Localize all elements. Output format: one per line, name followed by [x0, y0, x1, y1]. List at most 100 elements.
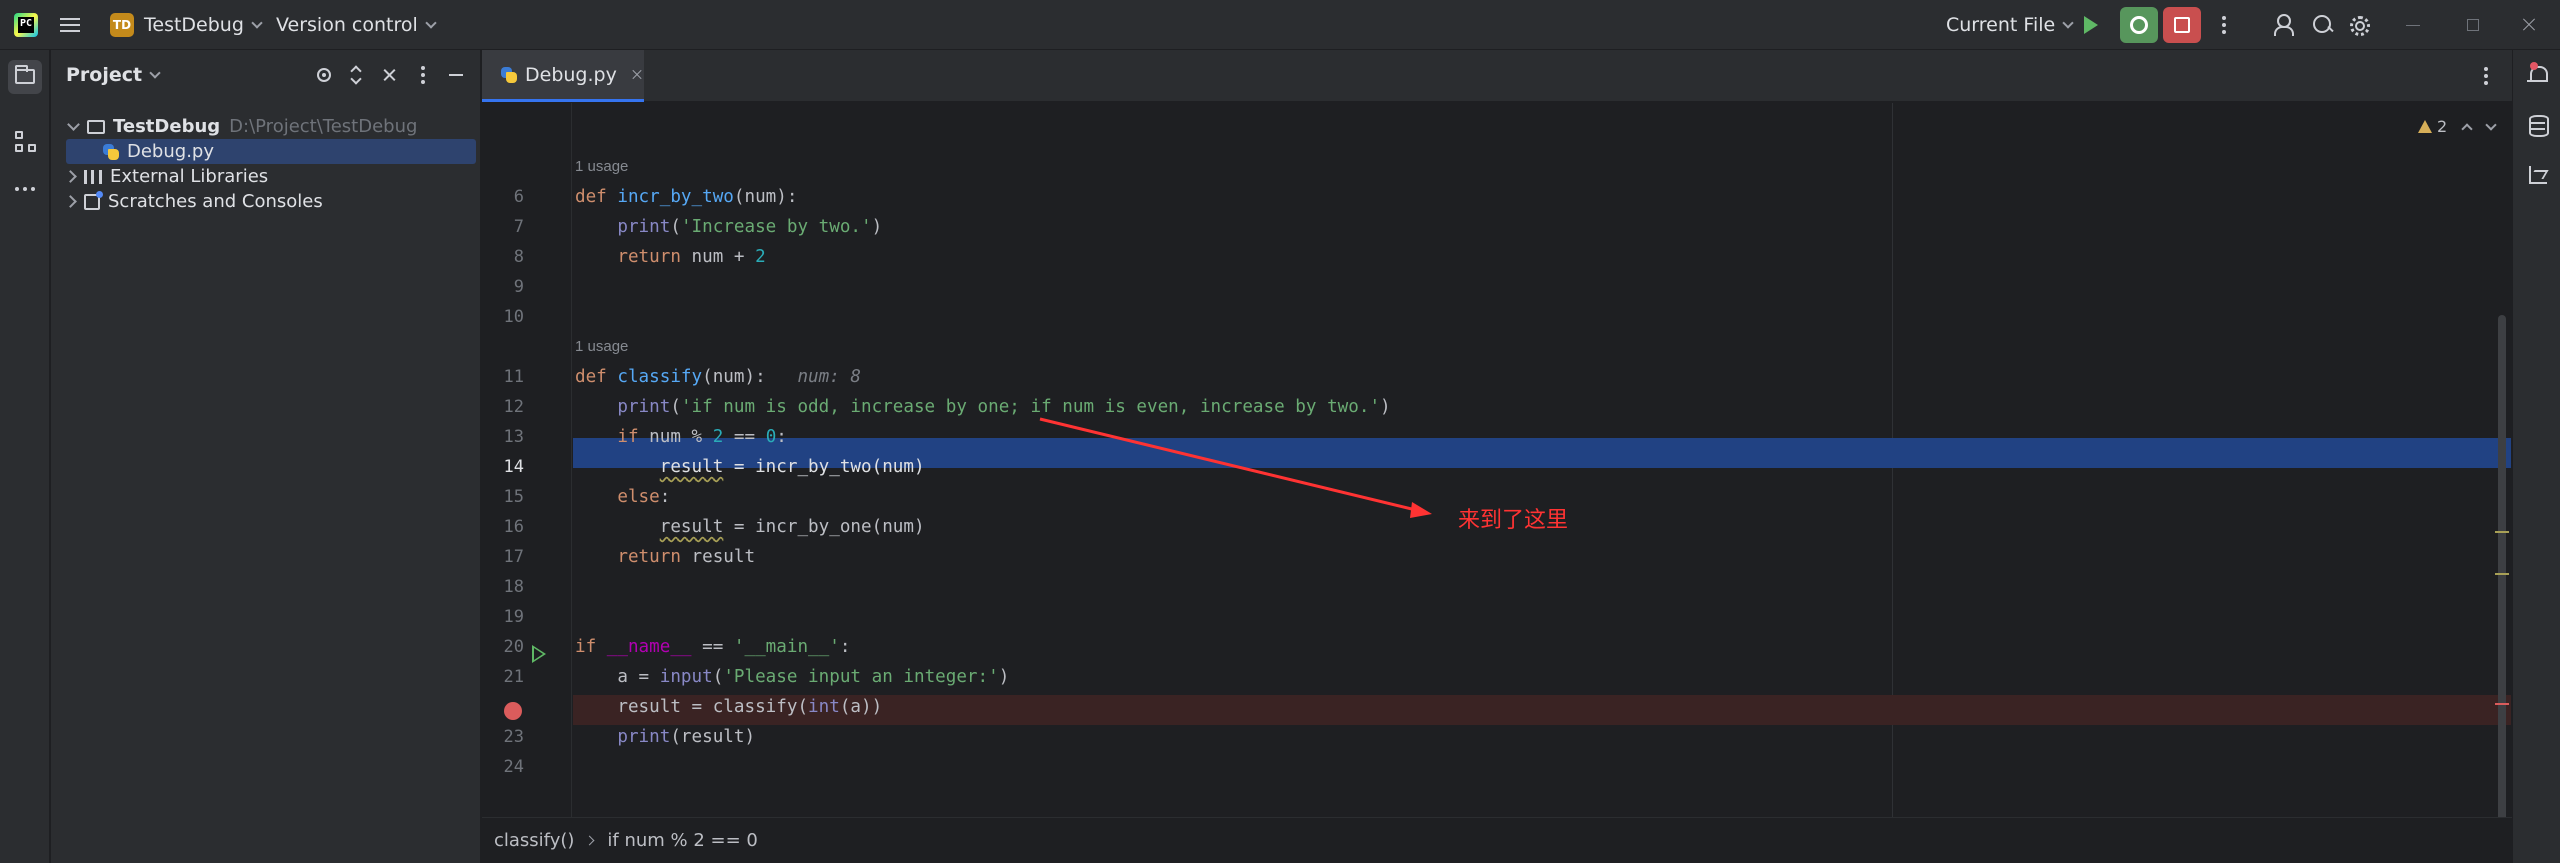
- panel-options-icon[interactable]: [421, 66, 425, 84]
- pycharm-logo-icon[interactable]: PC: [14, 13, 38, 37]
- line-number: 17: [503, 547, 524, 567]
- line-number: 21: [503, 667, 524, 687]
- code-line-23: print(result): [617, 727, 756, 747]
- inspection-widget[interactable]: 2: [2418, 117, 2497, 136]
- line-number: 12: [503, 397, 524, 417]
- project-panel-header: Project: [51, 50, 481, 102]
- chevron-down-icon[interactable]: [67, 117, 80, 131]
- close-window-button[interactable]: [2504, 0, 2554, 50]
- notification-badge: [2530, 62, 2538, 70]
- chevron-right-icon: [584, 835, 595, 846]
- code-line-12: print('if num is odd, increase by one; i…: [617, 397, 1391, 417]
- more-tool-windows-button[interactable]: [8, 172, 42, 206]
- next-highlight-icon[interactable]: [2485, 118, 2497, 131]
- code-line-6: def incr_by_two(num):: [575, 187, 798, 207]
- tree-item-debug-py[interactable]: Debug.py: [66, 139, 476, 164]
- more-dots-icon: [15, 187, 35, 191]
- tab-debug-py[interactable]: Debug.py: [482, 50, 644, 102]
- stop-button[interactable]: [2163, 7, 2201, 43]
- line-number: 20: [503, 637, 524, 657]
- code-line-8: return num + 2: [617, 247, 766, 267]
- database-icon[interactable]: [2527, 114, 2549, 137]
- line-number: 9: [513, 277, 524, 297]
- line-number: 16: [503, 517, 524, 537]
- debug-button[interactable]: [2120, 7, 2158, 43]
- code-with-me-icon[interactable]: [2274, 14, 2296, 36]
- warning-stripe-mark[interactable]: [2495, 531, 2509, 533]
- minimize-window-button[interactable]: [2388, 0, 2438, 50]
- debug-icon: [2130, 16, 2148, 34]
- chevron-down-icon: [2062, 16, 2074, 29]
- settings-gear-icon[interactable]: [2348, 14, 2370, 36]
- vertical-scrollbar[interactable]: [2498, 315, 2506, 863]
- chevron-down-icon: [149, 66, 161, 79]
- debug-inline-value: num: 8: [797, 367, 862, 387]
- breadcrumb-item[interactable]: classify(): [494, 830, 574, 851]
- project-switcher[interactable]: TD TestDebug: [110, 0, 263, 50]
- collapse-all-icon[interactable]: [381, 66, 399, 84]
- folder-icon: [15, 65, 35, 84]
- hide-panel-icon[interactable]: [447, 66, 465, 84]
- run-configuration-selector[interactable]: Current File: [1946, 0, 2074, 50]
- tree-root-path: D:\Project\TestDebug: [229, 116, 418, 137]
- line-number: 10: [503, 307, 524, 327]
- python-file-icon: [102, 143, 120, 161]
- play-icon: [2084, 16, 2098, 34]
- inspection-count: 2: [2437, 117, 2448, 136]
- expand-all-icon[interactable]: [347, 66, 365, 84]
- library-icon: [84, 169, 102, 184]
- code-area[interactable]: 6 7 8 9 10 11 12 13 14 15 16 17 18 19 20…: [482, 103, 2512, 863]
- tree-root-name: TestDebug: [113, 116, 221, 137]
- folder-icon: [87, 119, 105, 134]
- more-actions-icon[interactable]: [2222, 0, 2226, 50]
- restore-window-button[interactable]: [2448, 0, 2498, 50]
- tree-item-label: Debug.py: [127, 141, 214, 162]
- structure-icon: [15, 131, 23, 139]
- project-panel-title[interactable]: Project: [66, 64, 161, 86]
- project-tool-button[interactable]: [8, 60, 42, 94]
- title-bar: PC TD TestDebug Version control Current …: [0, 0, 2560, 50]
- version-control-label: Version control: [276, 14, 418, 36]
- locate-file-icon[interactable]: [315, 66, 333, 84]
- run-button[interactable]: [2084, 0, 2108, 50]
- restore-icon: [2467, 19, 2479, 31]
- line-number: 15: [503, 487, 524, 507]
- usage-hint[interactable]: 1 usage: [573, 338, 628, 355]
- tree-item-root[interactable]: TestDebug D:\Project\TestDebug: [61, 114, 477, 139]
- scratch-icon: [84, 190, 103, 210]
- chevron-down-icon: [251, 16, 263, 29]
- warning-stripe-mark[interactable]: [2495, 573, 2509, 575]
- chevron-right-icon[interactable]: [64, 170, 77, 183]
- chevron-down-icon: [425, 16, 437, 29]
- close-tab-icon[interactable]: [631, 69, 643, 81]
- search-icon[interactable]: [2312, 14, 2334, 36]
- line-number-gutter[interactable]: 6 7 8 9 10 11 12 13 14 15 16 17 18 19 20…: [482, 103, 572, 817]
- usage-hint[interactable]: 1 usage: [573, 158, 628, 175]
- tree-item-scratches[interactable]: Scratches and Consoles: [61, 189, 477, 214]
- code-line-14-execution: result = incr_by_two(num): [659, 457, 925, 477]
- tab-options-icon[interactable]: [2484, 66, 2488, 86]
- left-tool-strip: [0, 50, 50, 863]
- line-number: 19: [503, 607, 524, 627]
- line-number-current: 14: [503, 457, 524, 477]
- breadcrumb-item[interactable]: if num % 2 == 0: [607, 830, 757, 851]
- previous-highlight-icon[interactable]: [2461, 122, 2473, 135]
- tree-item-external-libraries[interactable]: External Libraries: [61, 164, 477, 189]
- line-number: 11: [503, 367, 524, 387]
- version-control-menu[interactable]: Version control: [276, 0, 437, 50]
- line-number: 24: [503, 757, 524, 777]
- line-number: 18: [503, 577, 524, 597]
- breakpoint-icon[interactable]: [504, 702, 522, 720]
- main-menu-button[interactable]: [60, 0, 88, 50]
- project-badge: TD: [110, 13, 134, 37]
- run-gutter-icon[interactable]: [532, 645, 546, 663]
- breadcrumb: classify() if num % 2 == 0: [482, 817, 2512, 863]
- chevron-right-icon[interactable]: [64, 195, 77, 208]
- tab-label: Debug.py: [525, 63, 617, 86]
- hamburger-icon: [60, 18, 80, 32]
- tree-item-label: Scratches and Consoles: [108, 191, 323, 212]
- structure-tool-button[interactable]: [8, 124, 42, 158]
- sciview-chart-icon[interactable]: [2527, 164, 2549, 186]
- code-line-21: a = input('Please input an integer:'): [575, 667, 1010, 687]
- breakpoint-stripe-mark[interactable]: [2495, 703, 2509, 705]
